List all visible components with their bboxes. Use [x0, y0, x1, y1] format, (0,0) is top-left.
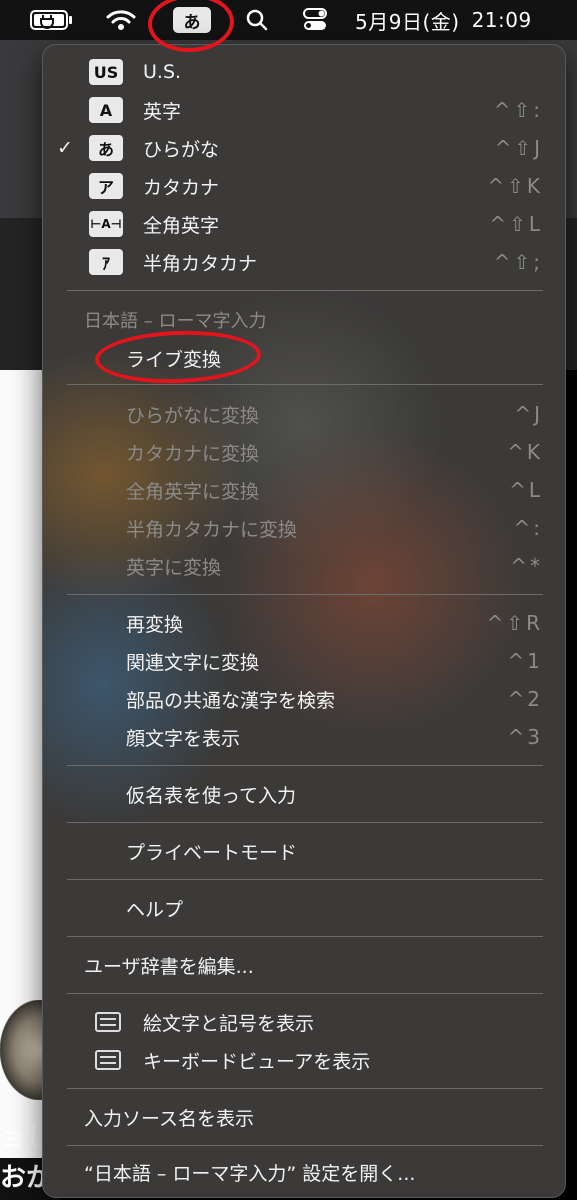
section-header-label: 日本語 – ローマ字入力: [84, 311, 267, 332]
section-header: 日本語 – ローマ字入力: [43, 301, 567, 339]
keyboard-icon: [95, 1050, 121, 1070]
input-source-menu: US U.S. A 英字 ^⇧: ✓ あ ひらがな ^⇧J ア カタカナ ^⇧K…: [42, 44, 566, 1198]
menu-item-label: 再変換: [126, 613, 184, 636]
menu-separator: [67, 765, 543, 766]
menu-item-shortcut: ^⇧;: [493, 250, 543, 274]
us-keyboard-icon: US: [89, 59, 123, 85]
spotlight-search-icon[interactable]: [243, 0, 271, 40]
menu-item-label: “日本語 – ローマ字入力” 設定を開く...: [84, 1162, 416, 1185]
menu-bar: あ 5月9日(金) 21:09: [0, 0, 577, 40]
menu-item-related-characters[interactable]: 関連文字に変換 ^1: [43, 642, 567, 680]
menu-item-shortcut: ^1: [507, 649, 543, 673]
menu-item-show-kaomoji[interactable]: 顔文字を表示 ^3: [43, 718, 567, 756]
menu-item-label: 半角カタカナに変換: [126, 518, 298, 541]
menu-separator: [67, 936, 543, 937]
menu-item-source-hankaku-katakana[interactable]: ｱ 半角カタカナ ^⇧;: [43, 243, 567, 281]
menu-separator: [67, 1088, 543, 1089]
menu-item-show-input-source-name[interactable]: 入力ソース名を表示: [43, 1098, 567, 1136]
menu-item-open-settings[interactable]: “日本語 – ローマ字入力” 設定を開く...: [43, 1153, 567, 1191]
clock-time: 21:09: [471, 8, 532, 32]
emoji-symbols-icon: [95, 1012, 121, 1032]
menu-item-label: プライベートモード: [126, 841, 298, 864]
menu-separator: [67, 594, 543, 595]
menu-item-source-eiji[interactable]: A 英字 ^⇧:: [43, 91, 567, 129]
menu-item-label: カタカナに変換: [126, 442, 260, 465]
menu-item-label: 全角英字に変換: [126, 480, 260, 503]
battery-charging-icon[interactable]: [28, 0, 76, 40]
menu-item-convert-hiragana: ひらがなに変換 ^J: [43, 395, 567, 433]
menu-item-label: キーボードビューアを表示: [143, 1050, 371, 1073]
menu-item-convert-zenkaku-eiji: 全角英字に変換 ^L: [43, 471, 567, 509]
menu-item-source-zenkaku-eiji[interactable]: ⊢A⊣ 全角英字 ^⇧L: [43, 205, 567, 243]
katakana-input-icon: ア: [89, 173, 123, 199]
menu-item-shortcut: ^2: [507, 687, 543, 711]
menu-item-shortcut: ^:: [513, 516, 543, 540]
menu-item-show-emoji[interactable]: 絵文字と記号を表示: [43, 1003, 567, 1041]
menu-item-convert-eiji: 英字に変換 ^*: [43, 547, 567, 585]
menu-item-shortcut: ^K: [507, 440, 543, 464]
menu-item-search-kanji-by-parts[interactable]: 部品の共通な漢字を検索 ^2: [43, 680, 567, 718]
menu-item-shortcut: ^J: [514, 402, 543, 426]
hiragana-input-icon: あ: [89, 135, 123, 161]
menu-item-shortcut: ^⇧J: [494, 136, 543, 160]
menu-separator: [67, 993, 543, 994]
menu-item-label: U.S.: [143, 61, 182, 83]
menu-item-label: 全角英字: [143, 214, 220, 237]
menu-separator: [67, 879, 543, 880]
menu-item-label: ひらがな: [143, 138, 220, 161]
menu-separator: [67, 822, 543, 823]
menu-item-shortcut: ^⇧L: [489, 212, 543, 236]
menu-item-label: カタカナ: [143, 176, 220, 199]
menu-item-private-mode[interactable]: プライベートモード: [43, 832, 567, 870]
menu-item-shortcut: ^⇧:: [493, 98, 543, 122]
menu-item-convert-katakana: カタカナに変換 ^K: [43, 433, 567, 471]
menu-item-label: 英字に変換: [126, 556, 222, 579]
menu-item-label: 仮名表を使って入力: [126, 784, 297, 807]
menu-item-label: ヘルプ: [126, 898, 184, 921]
menu-item-reconvert[interactable]: 再変換 ^⇧R: [43, 604, 567, 642]
menu-item-kana-table[interactable]: 仮名表を使って入力: [43, 775, 567, 813]
menu-item-label: 関連文字に変換: [126, 651, 260, 674]
menu-item-label: ユーザ辞書を編集...: [84, 955, 254, 978]
menu-item-label: 絵文字と記号を表示: [143, 1012, 315, 1035]
menu-item-label: 顔文字を表示: [126, 727, 241, 750]
menu-item-label: 入力ソース名を表示: [84, 1107, 255, 1130]
menu-item-shortcut: ^3: [507, 725, 543, 749]
menu-item-edit-user-dictionary[interactable]: ユーザ辞書を編集...: [43, 946, 567, 984]
alphanumeric-input-icon: A: [89, 97, 123, 123]
menu-bar-clock[interactable]: 5月9日(金) 21:09: [355, 0, 565, 40]
menu-item-shortcut: ^⇧R: [486, 611, 543, 635]
menu-item-shortcut: ^⇧K: [487, 174, 543, 198]
halfwidth-katakana-icon: ｱ: [89, 249, 123, 275]
menu-item-source-hiragana[interactable]: ✓ あ ひらがな ^⇧J: [43, 129, 567, 167]
fullwidth-alphanumeric-icon: ⊢A⊣: [89, 211, 123, 237]
menu-item-label: ひらがなに変換: [126, 404, 260, 427]
menu-item-help[interactable]: ヘルプ: [43, 889, 567, 927]
menu-item-shortcut: ^L: [509, 478, 543, 502]
checkmark-icon: ✓: [57, 137, 73, 159]
menu-separator: [67, 290, 543, 291]
menu-item-label: 英字: [143, 100, 182, 123]
menu-item-label: 半角カタカナ: [143, 252, 258, 275]
menu-item-source-us[interactable]: US U.S.: [43, 53, 567, 91]
menu-item-label: 部品の共通な漢字を検索: [126, 689, 336, 712]
menu-item-show-keyboard-viewer[interactable]: キーボードビューアを表示: [43, 1041, 567, 1079]
menu-item-convert-hankaku-katakana: 半角カタカナに変換 ^:: [43, 509, 567, 547]
menu-item-shortcut: ^*: [510, 554, 543, 578]
menu-separator: [67, 1145, 543, 1146]
wifi-icon[interactable]: [104, 0, 138, 40]
menu-item-source-katakana[interactable]: ア カタカナ ^⇧K: [43, 167, 567, 205]
control-center-icon[interactable]: [300, 0, 330, 40]
clock-date: 5月9日(金): [355, 9, 460, 34]
menu-separator: [67, 384, 543, 385]
